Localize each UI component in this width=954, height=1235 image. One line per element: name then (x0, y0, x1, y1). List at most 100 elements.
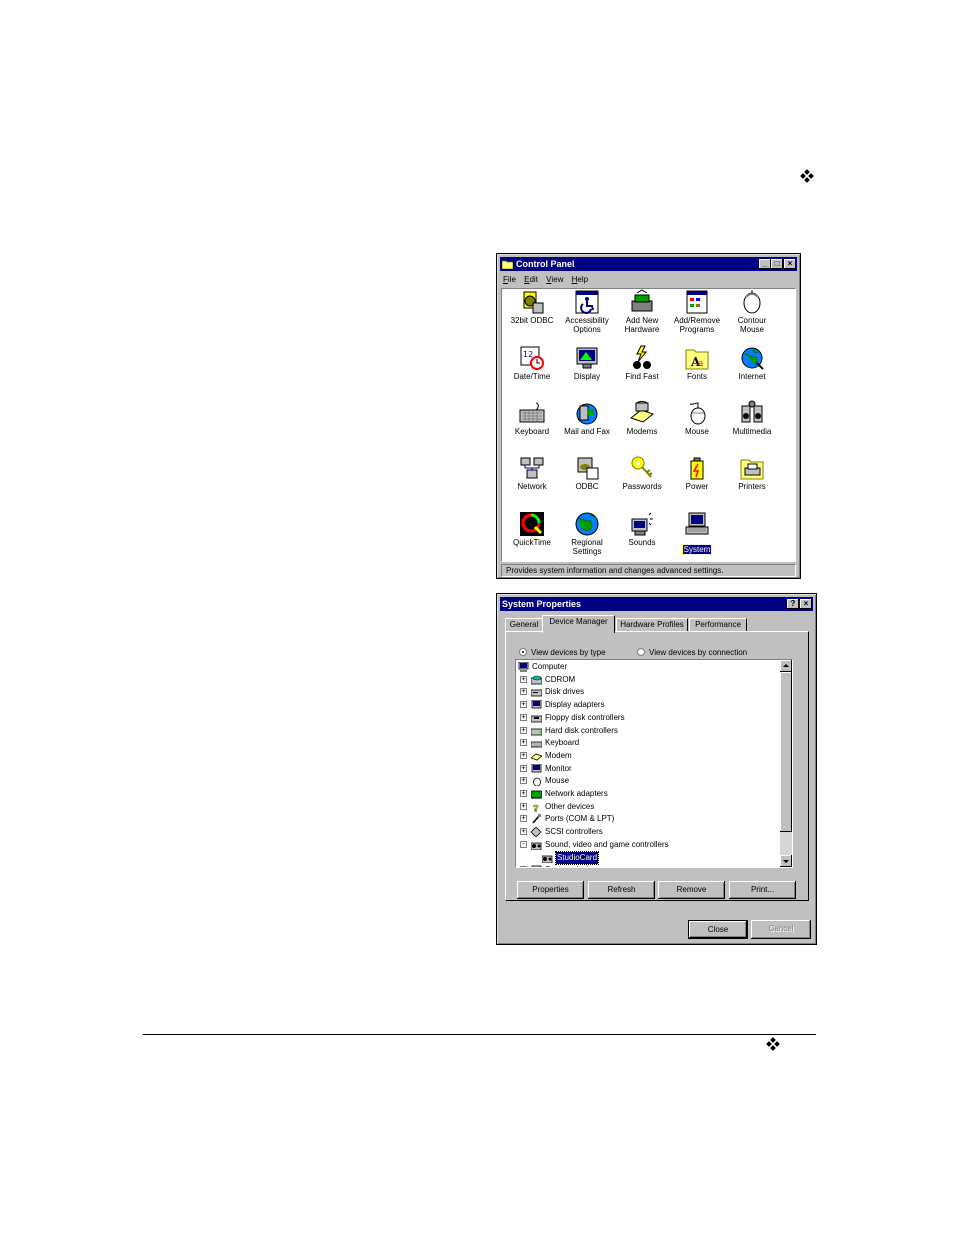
cdrom-icon (531, 675, 542, 685)
expand-icon[interactable]: + (520, 726, 527, 734)
minimize-button[interactable]: _ (759, 259, 771, 269)
cp-item-accessibility[interactable]: Accessibility Options (560, 289, 614, 334)
cp-item-system[interactable]: System (670, 511, 724, 556)
expand-icon[interactable]: + (520, 739, 527, 747)
scroll-down-button[interactable] (780, 855, 792, 867)
status-text: Provides system information and changes … (506, 566, 724, 575)
dialog-close-button[interactable]: × (800, 599, 812, 609)
power-icon (690, 457, 704, 480)
hard-disk-controller-icon (531, 728, 542, 735)
cp-item-label: Sounds (628, 538, 656, 547)
tree-row-label: CDROM (545, 674, 576, 684)
tree-row-label: Floppy disk controllers (545, 712, 625, 722)
expand-icon[interactable]: + (520, 815, 527, 823)
date-time-icon: 12 (520, 346, 544, 370)
menu-help[interactable]: Help (572, 275, 588, 284)
disk-drive-icon (531, 689, 542, 697)
tab-hardware-profiles[interactable]: Hardware Profiles (616, 618, 688, 632)
cp-item-regional-settings[interactable]: Regional Settings (560, 511, 614, 556)
ornament-footer-icon (766, 1037, 780, 1051)
cp-item-mail-fax[interactable]: Mail and Fax (560, 400, 614, 436)
properties-button[interactable]: Properties (517, 881, 584, 899)
cp-item-network[interactable]: Network (505, 455, 559, 491)
cp-item-modems[interactable]: Modems (615, 400, 669, 436)
expand-icon[interactable]: + (520, 777, 527, 785)
cp-item-display[interactable]: Display (560, 345, 614, 381)
help-button[interactable]: ? (787, 599, 799, 609)
printers-icon (740, 459, 764, 480)
cp-item-contour-mouse[interactable]: Contour Mouse (725, 289, 779, 334)
remove-button[interactable]: Remove (658, 881, 725, 899)
cp-item-label: Keyboard (514, 427, 550, 436)
cp-item-mouse[interactable]: Mouse (670, 400, 724, 436)
device-tree[interactable]: + System devicesStudioCard - Sound, video a… (515, 659, 793, 868)
expand-icon[interactable]: + (520, 713, 527, 721)
tree-row-label: Ports (COM & LPT) (545, 814, 615, 824)
scroll-up-button[interactable] (780, 660, 792, 672)
cp-item-add-hardware[interactable]: Add New Hardware (615, 289, 669, 334)
expand-icon[interactable]: + (520, 751, 527, 759)
cp-item-find-fast[interactable]: Find Fast (615, 345, 669, 381)
tree-row-label: Modem (545, 750, 572, 760)
cancel-button[interactable]: Cancel (751, 920, 811, 939)
regional-settings-icon (575, 512, 599, 536)
modem-device-icon (531, 753, 542, 761)
print-button[interactable]: Print... (729, 881, 796, 899)
cp-item-power[interactable]: Power (670, 455, 724, 491)
menu-view[interactable]: View (546, 275, 563, 284)
add-remove-programs-icon (686, 290, 708, 314)
tab-general[interactable]: General (505, 618, 543, 632)
modems-icon (629, 401, 655, 423)
expand-icon[interactable]: + (520, 802, 527, 810)
radio-view-by-connection[interactable]: View devices by connection (637, 648, 747, 658)
expand-icon[interactable]: + (520, 828, 527, 836)
tab-performance[interactable]: Performance (689, 618, 747, 632)
cp-item-fonts[interactable]: Aa Fonts (670, 345, 724, 381)
expand-icon[interactable]: + (520, 675, 527, 683)
expand-icon[interactable]: + (520, 790, 527, 797)
control-panel-titlebar[interactable]: Control Panel _ □ × (500, 257, 797, 271)
cp-item-printers[interactable]: Printers (725, 455, 779, 491)
control-panel-title: Control Panel (516, 259, 575, 269)
cp-item-quicktime[interactable]: QuickTime (505, 511, 559, 547)
expand-icon[interactable]: + (520, 701, 527, 709)
cp-item-internet[interactable]: Internet (725, 345, 779, 381)
cp-item-keyboard[interactable]: Keyboard (505, 400, 559, 436)
cp-item-label: Accessibility (565, 316, 609, 325)
cp-item-label-line2: Hardware (624, 325, 660, 334)
odbc-icon (577, 457, 599, 480)
system-properties-titlebar[interactable]: System Properties ? × (500, 597, 813, 611)
radio-view-by-type[interactable]: View devices by type (519, 648, 606, 658)
cp-item-odbc-32[interactable]: 32bit ODBC (505, 289, 559, 325)
scroll-thumb[interactable] (780, 672, 792, 832)
tab-device-manager[interactable]: Device Manager (542, 615, 615, 633)
contour-mouse-icon (743, 290, 761, 314)
close-button[interactable]: × (784, 259, 796, 269)
maximize-button[interactable]: □ (771, 259, 783, 269)
ports-icon (532, 814, 541, 824)
cp-item-passwords[interactable]: Passwords (615, 455, 669, 491)
internet-icon (741, 347, 764, 370)
cp-item-label: Mail and Fax (564, 427, 610, 436)
expand-icon[interactable]: + (520, 688, 527, 696)
monitor-icon (531, 763, 542, 772)
menu-file[interactable]: File (503, 275, 516, 284)
cp-item-date-time[interactable]: 12 Date/Time (505, 345, 559, 381)
cp-item-add-remove-programs[interactable]: Add/Remove Programs (670, 289, 724, 334)
scsi-icon (531, 827, 542, 838)
cp-item-sounds[interactable]: Sounds (615, 511, 669, 547)
close-dialog-button[interactable]: Close (688, 920, 748, 939)
tree-row-label: Disk drives (545, 687, 585, 697)
expand-icon[interactable]: + (520, 764, 527, 772)
system-properties-dialog: System Properties ? × General Device Man… (496, 593, 817, 945)
control-panel-menubar: File Edit View Help (503, 273, 594, 287)
menu-edit[interactable]: Edit (524, 275, 538, 284)
control-panel-statusbar: Provides system information and changes … (501, 564, 796, 577)
collapse-icon[interactable]: - (520, 840, 527, 848)
radio-empty-icon (637, 648, 645, 656)
cp-item-odbc[interactable]: ODBC (560, 455, 614, 491)
cp-item-multimedia[interactable]: Multimedia (725, 400, 779, 436)
tree-scrollbar[interactable] (780, 660, 792, 867)
expand-icon[interactable]: + (520, 866, 527, 867)
refresh-button[interactable]: Refresh (588, 881, 655, 899)
